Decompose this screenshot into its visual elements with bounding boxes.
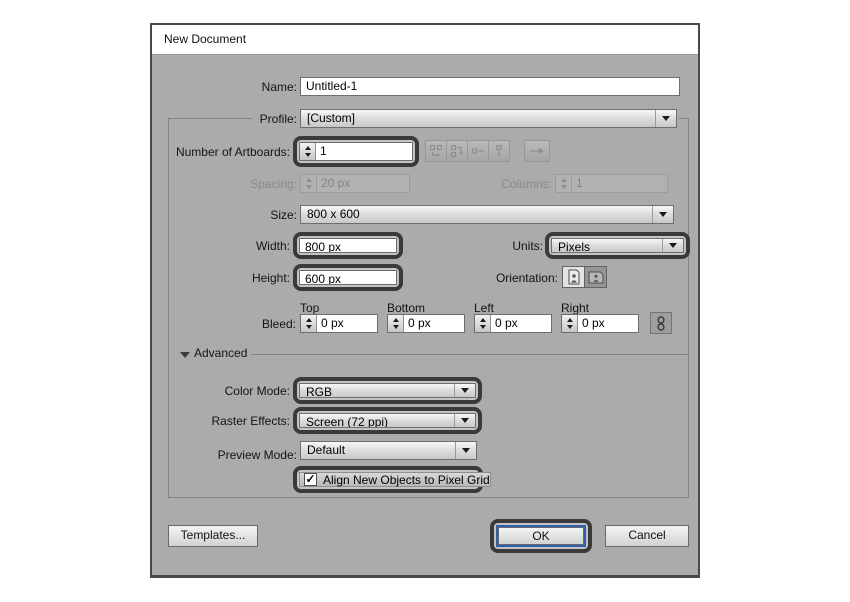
spinner-up-down-icon[interactable] (475, 315, 491, 332)
color-mode-highlight: RGB (293, 377, 482, 404)
bleed-top-stepper[interactable]: 0 px (300, 314, 378, 333)
dialog-titlebar[interactable]: New Document (152, 25, 698, 55)
arrange-by-column-icon[interactable] (488, 140, 510, 162)
bleed-top-value[interactable]: 0 px (317, 315, 377, 332)
preview-mode-label: Preview Mode: (152, 447, 297, 463)
bleed-bottom-stepper[interactable]: 0 px (387, 314, 465, 333)
group-border-top-left (168, 118, 252, 119)
ok-highlight: OK (490, 519, 592, 553)
pixel-grid-label: Align New Objects to Pixel Grid (323, 473, 490, 487)
bleed-right-stepper[interactable]: 0 px (561, 314, 639, 333)
columns-stepper: 1 (555, 174, 668, 193)
bleed-top-label: Top (300, 301, 360, 315)
chain-link-icon[interactable] (650, 312, 672, 334)
layout-direction-arrow-icon[interactable] (524, 140, 550, 162)
arrange-by-row-icon[interactable] (467, 140, 489, 162)
dialog-title: New Document (152, 25, 698, 54)
dropdown-arrow-icon[interactable] (655, 110, 676, 127)
height-highlight: 600 px (293, 264, 403, 291)
orientation-buttons (562, 266, 606, 288)
size-dropdown[interactable]: 800 x 600 (300, 205, 674, 224)
units-dropdown[interactable]: Pixels (551, 238, 684, 253)
spinner-up-down-icon (556, 175, 572, 192)
raster-effects-label: Raster Effects: (152, 413, 290, 429)
width-input[interactable]: 800 px (299, 238, 397, 253)
bleed-right-label: Right (561, 301, 621, 315)
spinner-up-down-icon (301, 175, 317, 192)
group-border-top-right (679, 118, 688, 119)
cancel-button[interactable]: Cancel (605, 525, 689, 547)
portrait-orientation-icon[interactable] (562, 266, 585, 288)
color-mode-dropdown[interactable]: RGB (299, 383, 476, 398)
bleed-left-stepper[interactable]: 0 px (474, 314, 552, 333)
group-border-bottom (168, 497, 689, 498)
landscape-orientation-icon[interactable] (584, 266, 607, 288)
name-label: Name: (152, 79, 297, 95)
artboards-stepper[interactable]: 1 (299, 142, 413, 161)
dropdown-arrow-icon[interactable] (454, 384, 475, 397)
grid-by-row-icon[interactable] (425, 140, 447, 162)
bleed-label: Bleed: (152, 316, 296, 332)
dropdown-arrow-icon[interactable] (662, 239, 683, 252)
bleed-left-label: Left (474, 301, 534, 315)
artboards-highlight: 1 (293, 136, 419, 167)
templates-button[interactable]: Templates... (168, 525, 258, 547)
preview-mode-dropdown[interactable]: Default (300, 441, 477, 460)
raster-effects-dropdown[interactable]: Screen (72 ppi) (299, 413, 476, 428)
profile-dropdown-value: [Custom] (301, 110, 655, 127)
height-label: Height: (152, 270, 290, 286)
units-label: Units: (402, 238, 543, 254)
bleed-bottom-label: Bottom (387, 301, 447, 315)
dropdown-arrow-icon[interactable] (454, 414, 475, 427)
advanced-section-label[interactable]: Advanced (194, 346, 264, 360)
size-dropdown-value: 800 x 600 (301, 206, 652, 223)
spinner-up-down-icon[interactable] (300, 143, 316, 160)
bleed-left-value[interactable]: 0 px (491, 315, 551, 332)
columns-value: 1 (572, 175, 667, 192)
bleed-bottom-value[interactable]: 0 px (404, 315, 464, 332)
width-highlight: 800 px (293, 232, 403, 259)
raster-effects-highlight: Screen (72 ppi) (293, 407, 482, 434)
artboards-label: Number of Artboards: (152, 144, 290, 160)
artboards-value[interactable]: 1 (316, 143, 412, 160)
orientation-label: Orientation: (412, 270, 558, 286)
name-input[interactable]: Untitled-1 (300, 77, 680, 96)
color-mode-value: RGB (300, 384, 454, 397)
preview-mode-value: Default (301, 442, 455, 459)
spacing-label: Spacing: (152, 176, 297, 192)
units-dropdown-value: Pixels (552, 239, 662, 252)
group-border-left (168, 118, 169, 497)
spinner-up-down-icon[interactable] (562, 315, 578, 332)
pixel-grid-highlight: ✓ Align New Objects to Pixel Grid (293, 466, 483, 493)
width-label: Width: (152, 238, 290, 254)
spinner-up-down-icon[interactable] (301, 315, 317, 332)
dropdown-arrow-icon[interactable] (652, 206, 673, 223)
size-label: Size: (152, 207, 297, 223)
raster-effects-value: Screen (72 ppi) (300, 414, 454, 427)
spinner-up-down-icon[interactable] (388, 315, 404, 332)
pixel-grid-checkbox-row[interactable]: ✓ Align New Objects to Pixel Grid (299, 472, 491, 487)
advanced-divider (251, 354, 688, 355)
disclosure-triangle-icon[interactable] (180, 352, 190, 358)
new-document-dialog: New Document Name: Untitled-1 Profile: [… (150, 23, 700, 578)
bleed-right-value[interactable]: 0 px (578, 315, 638, 332)
height-input[interactable]: 600 px (299, 270, 397, 285)
group-border-right (688, 118, 689, 497)
artboard-layout-toolbar (425, 140, 509, 162)
ok-button[interactable]: OK (498, 527, 584, 545)
units-highlight: Pixels (545, 232, 690, 259)
columns-label: Columns: (412, 176, 552, 192)
profile-label: Profile: (152, 111, 297, 127)
ok-focus-ring: OK (496, 525, 586, 547)
dropdown-arrow-icon[interactable] (455, 442, 476, 459)
profile-dropdown[interactable]: [Custom] (300, 109, 677, 128)
grid-by-column-icon[interactable] (446, 140, 468, 162)
checkmark-icon[interactable]: ✓ (304, 473, 317, 486)
page-background: New Document Name: Untitled-1 Profile: [… (0, 0, 850, 602)
spacing-stepper: 20 px (300, 174, 410, 193)
color-mode-label: Color Mode: (152, 383, 290, 399)
spacing-value: 20 px (317, 175, 409, 192)
